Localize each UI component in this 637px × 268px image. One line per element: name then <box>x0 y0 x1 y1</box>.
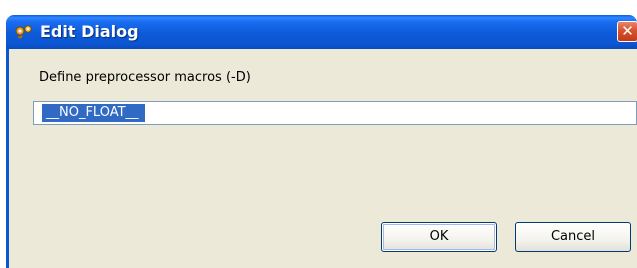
macros-input-selected-text[interactable]: __NO_FLOAT__ <box>42 104 145 122</box>
ok-button[interactable]: OK <box>381 222 497 252</box>
macros-field-label: Define preprocessor macros (-D) <box>39 70 251 85</box>
title-bar[interactable]: Edit Dialog ✕ <box>6 15 637 49</box>
ideas-icon <box>14 23 34 41</box>
edit-dialog-window: Edit Dialog ✕ Define preprocessor macros… <box>0 0 637 268</box>
dialog-body: Define preprocessor macros (-D) __NO_FLO… <box>6 49 637 268</box>
close-icon: ✕ <box>621 22 634 40</box>
macros-input[interactable]: __NO_FLOAT__ <box>33 101 637 125</box>
dialog-title: Edit Dialog <box>40 22 139 41</box>
close-button[interactable]: ✕ <box>617 21 637 42</box>
cancel-button[interactable]: Cancel <box>515 222 631 252</box>
